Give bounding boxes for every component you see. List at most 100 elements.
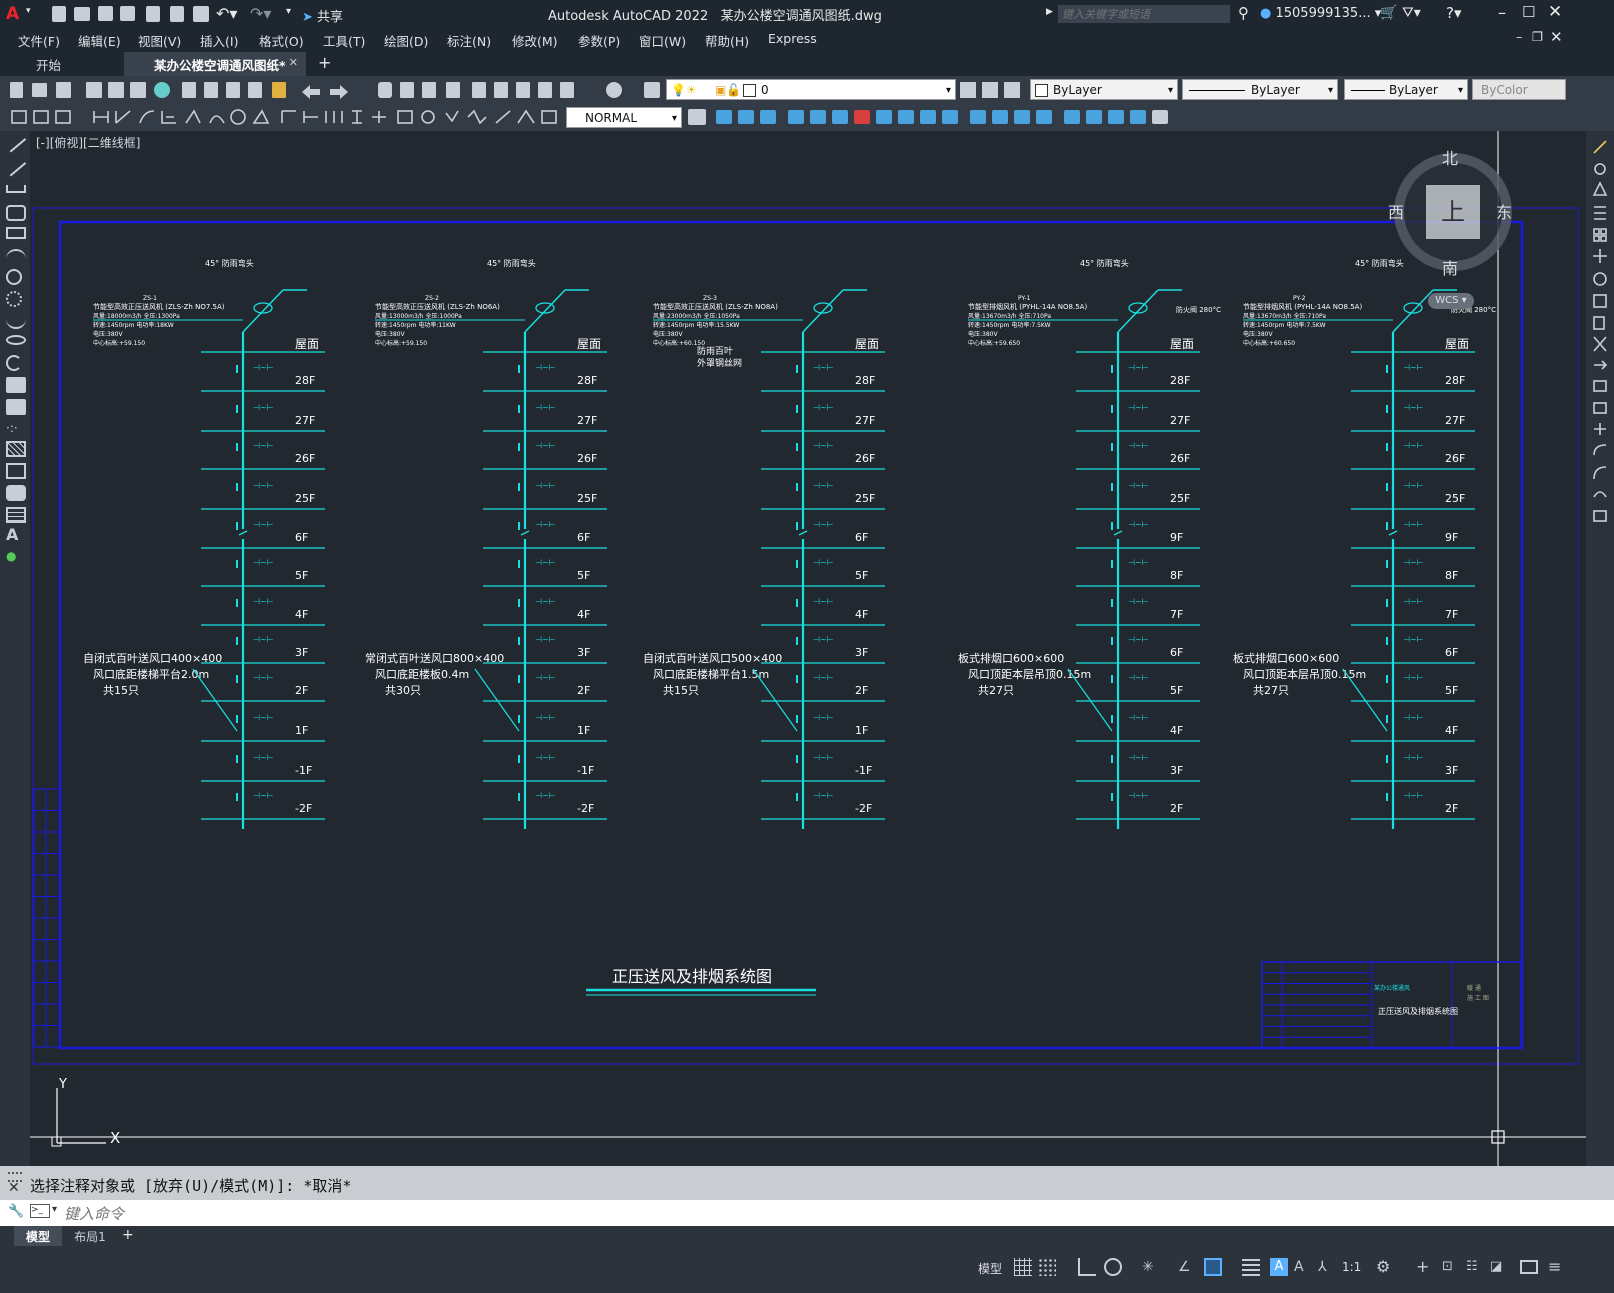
polyline-icon[interactable] — [6, 185, 26, 193]
plot-icon[interactable] — [193, 6, 209, 22]
command-close-icon[interactable]: ✕ — [8, 1180, 20, 1196]
osnap-icon[interactable]: ∠ — [1178, 1258, 1196, 1276]
save-icon[interactable] — [98, 6, 113, 21]
wcs-menu-button[interactable]: WCS ▾ — [1428, 293, 1474, 309]
menu-tools[interactable]: 工具(T) — [323, 31, 365, 50]
menu-edit[interactable]: 编辑(E) — [78, 31, 121, 50]
isodraft-icon[interactable]: ✳ — [1142, 1258, 1160, 1276]
ortho-icon[interactable] — [1078, 1258, 1096, 1276]
customization-menu-icon[interactable]: ≡ — [1548, 1258, 1566, 1276]
command-recent-chevron-icon[interactable]: ▾ — [52, 1204, 57, 1215]
open-folder-icon[interactable] — [74, 7, 90, 21]
insert-block-icon[interactable] — [6, 377, 26, 393]
text-style-dropdown[interactable]: NORMAL ▾ — [566, 107, 682, 128]
hardware-accel-icon[interactable]: ◪ — [1490, 1258, 1508, 1276]
hatch-icon[interactable] — [6, 441, 26, 457]
tab-close-icon[interactable]: ✕ — [289, 56, 298, 69]
add-selected-icon[interactable]: ● — [6, 549, 26, 565]
menu-draw[interactable]: 绘图(D) — [384, 31, 428, 50]
tab-model[interactable]: 模型 — [14, 1226, 62, 1246]
mtext-icon[interactable]: A — [6, 527, 26, 543]
revcloud-icon[interactable] — [6, 291, 22, 307]
annotation-scale-value[interactable]: 1:1 — [1342, 1260, 1361, 1274]
spline-icon[interactable] — [6, 313, 26, 329]
autodesk-app-icon[interactable]: ⛛▾ — [1402, 5, 1421, 21]
viewcube[interactable]: 上 — [1394, 153, 1512, 271]
make-block-icon[interactable] — [6, 399, 26, 415]
construction-line-icon[interactable] — [5, 157, 27, 177]
viewcube-north-label[interactable]: 北 — [1442, 145, 1458, 169]
menu-insert[interactable]: 插入(I) — [200, 31, 238, 50]
point-icon[interactable]: ·:· — [6, 421, 26, 437]
drawing-canvas[interactable]: [-][俯视][二维线框] Y X 正压送风及排烟系统图 正压送风及排烟系统图 某办公楼… — [30, 131, 1586, 1166]
tab-layout1[interactable]: 布局1 — [64, 1226, 116, 1246]
workspace-gear-icon[interactable]: ⚙ — [1376, 1258, 1394, 1276]
gradient-icon[interactable] — [6, 463, 26, 479]
ellipse-icon[interactable] — [6, 335, 26, 345]
command-input[interactable] — [62, 1202, 1566, 1226]
dimension-toolbar-icons[interactable] — [6, 107, 562, 127]
autoscale-icon[interactable]: A — [1294, 1258, 1312, 1276]
viewcube-west-label[interactable]: 西 — [1388, 199, 1404, 223]
user-account[interactable]: ● 1505999135... ▾ — [1260, 6, 1381, 21]
open-web-icon[interactable] — [146, 6, 160, 22]
doc-restore-button[interactable]: ❐ — [1532, 29, 1543, 44]
new-tab-button[interactable]: + — [318, 53, 331, 72]
units-icon[interactable]: ⊡ — [1442, 1258, 1460, 1276]
lineweight-dropdown[interactable]: ByLayer ▾ — [1344, 79, 1468, 100]
menu-express[interactable]: Express — [768, 31, 817, 46]
viewcube-top-face[interactable]: 上 — [1426, 185, 1480, 239]
redo-icon[interactable]: ↷▾ — [250, 4, 271, 23]
standard-toolbar-icons[interactable] — [6, 80, 636, 100]
lineweight-icon[interactable] — [1204, 1258, 1222, 1276]
menu-modify[interactable]: 修改(M) — [512, 31, 558, 50]
quick-properties-icon[interactable]: ☷ — [1466, 1258, 1484, 1276]
menu-parametric[interactable]: 参数(P) — [578, 31, 620, 50]
layer-dropdown[interactable]: 💡☀ ▣🔓 0 ▾ — [666, 79, 956, 100]
menu-view[interactable]: 视图(V) — [138, 31, 181, 50]
arc-icon[interactable] — [6, 249, 26, 265]
line-tool-icon[interactable] — [5, 133, 27, 153]
modify-side-icons[interactable] — [1590, 137, 1614, 537]
doc-minimize-button[interactable]: – — [1516, 29, 1522, 44]
menu-help[interactable]: 帮助(H) — [705, 31, 749, 50]
snap-icon[interactable] — [1038, 1258, 1056, 1276]
layer-tools-icons[interactable] — [960, 82, 1020, 98]
help-icon[interactable]: ?▾ — [1446, 4, 1462, 22]
tab-drawing[interactable]: 某办公楼空调通风图纸* ✕ — [124, 52, 306, 76]
region-icon[interactable] — [6, 485, 26, 501]
fullscreen-icon[interactable] — [1520, 1260, 1538, 1274]
grid-icon[interactable] — [1014, 1258, 1032, 1276]
new-file-icon[interactable] — [52, 6, 66, 22]
menu-dimension[interactable]: 标注(N) — [447, 31, 491, 50]
autocad-logo-icon[interactable]: A — [6, 4, 19, 24]
model-space-button[interactable]: 模型 — [978, 1260, 1002, 1277]
doc-close-button[interactable]: ✕ — [1550, 28, 1563, 46]
linetype-dropdown[interactable]: ByLayer ▾ — [1182, 79, 1338, 100]
maximize-button[interactable]: ☐ — [1522, 3, 1535, 21]
search-expand-icon[interactable]: ▶ — [1046, 7, 1053, 17]
search-icon[interactable]: ⚲ — [1238, 4, 1249, 22]
cart-icon[interactable]: 🛒 — [1380, 5, 1397, 21]
tab-start[interactable]: 开始 — [26, 52, 122, 74]
layer-properties-icon[interactable] — [644, 82, 660, 98]
share-button[interactable]: ➤ 共享 — [302, 6, 343, 25]
undo-icon[interactable]: ↶▾ — [216, 4, 237, 23]
save-web-icon[interactable] — [170, 6, 184, 22]
annotation-visibility-icon[interactable]: A — [1270, 1258, 1288, 1276]
search-input[interactable] — [1058, 5, 1230, 23]
plotstyle-dropdown[interactable]: ByColor — [1472, 79, 1566, 100]
polygon-icon[interactable] — [6, 205, 26, 221]
circle-icon[interactable] — [6, 269, 22, 285]
wrench-icon[interactable]: 🔧 — [8, 1204, 24, 1219]
menu-file[interactable]: 文件(F) — [18, 31, 60, 50]
color-dropdown[interactable]: ByLayer ▾ — [1030, 79, 1178, 100]
minimize-button[interactable]: – — [1498, 3, 1506, 22]
dim-style-icon[interactable] — [688, 109, 706, 125]
table-icon[interactable] — [6, 507, 26, 523]
menu-format[interactable]: 格式(O) — [259, 31, 304, 50]
viewcube-east-label[interactable]: 东 — [1496, 199, 1512, 223]
modify-toolbar-icons[interactable] — [714, 107, 1184, 127]
quick-access-chevron-icon[interactable]: ▾ — [286, 6, 291, 17]
annotation-scale-icon[interactable]: ⅄ — [1318, 1258, 1336, 1276]
